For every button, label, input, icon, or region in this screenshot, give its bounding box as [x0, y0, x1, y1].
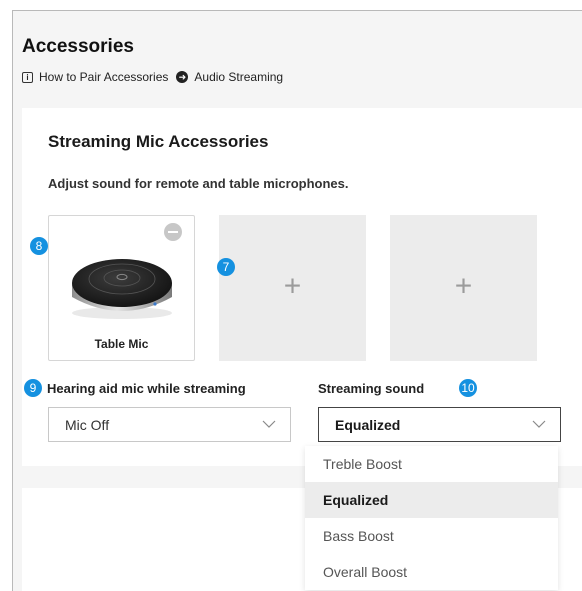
chevron-down-icon: [532, 420, 546, 428]
option-equalized[interactable]: Equalized: [305, 482, 558, 518]
accessory-slot-table-mic[interactable]: Table Mic: [48, 215, 195, 361]
accessory-slot-empty[interactable]: +: [219, 215, 366, 361]
option-overall-boost[interactable]: Overall Boost: [305, 554, 558, 590]
table-mic-image: [72, 259, 172, 319]
add-accessory-icon: +: [283, 269, 302, 303]
remove-accessory-button[interactable]: [164, 223, 182, 241]
hearing-aid-mic-value: Mic Off: [65, 416, 110, 433]
streaming-sound-value: Equalized: [335, 416, 401, 433]
streaming-sound-dropdown: Treble Boost Equalized Bass Boost Overal…: [305, 446, 558, 590]
info-icon: i: [22, 71, 33, 83]
audio-streaming-link[interactable]: Audio Streaming: [194, 70, 283, 84]
hearing-aid-mic-label: Hearing aid mic while streaming: [47, 381, 246, 396]
callout-marker: 10: [459, 379, 477, 397]
hearing-aid-mic-select[interactable]: Mic Off: [48, 407, 291, 442]
slot-label: Table Mic: [94, 337, 149, 351]
how-to-pair-link[interactable]: How to Pair Accessories: [39, 70, 168, 84]
callout-marker: 8: [30, 237, 48, 255]
chevron-down-icon: [262, 420, 276, 428]
callout-marker: 7: [217, 258, 235, 276]
streaming-sound-select[interactable]: Equalized: [318, 407, 561, 442]
streaming-sound-label: Streaming sound: [318, 381, 425, 396]
arrow-circle-icon: ➜: [176, 71, 189, 83]
streaming-mic-card: Streaming Mic Accessories Adjust sound f…: [22, 108, 582, 466]
section-title: Streaming Mic Accessories: [48, 132, 269, 151]
option-treble-boost[interactable]: Treble Boost: [305, 446, 558, 482]
page-title: Accessories: [22, 36, 134, 57]
add-accessory-icon: +: [454, 269, 473, 303]
section-description: Adjust sound for remote and table microp…: [48, 176, 349, 191]
help-links: i How to Pair Accessories ➜ Audio Stream…: [22, 70, 291, 84]
option-bass-boost[interactable]: Bass Boost: [305, 518, 558, 554]
accessory-slot-empty[interactable]: +: [390, 215, 537, 361]
callout-marker: 9: [24, 379, 42, 397]
